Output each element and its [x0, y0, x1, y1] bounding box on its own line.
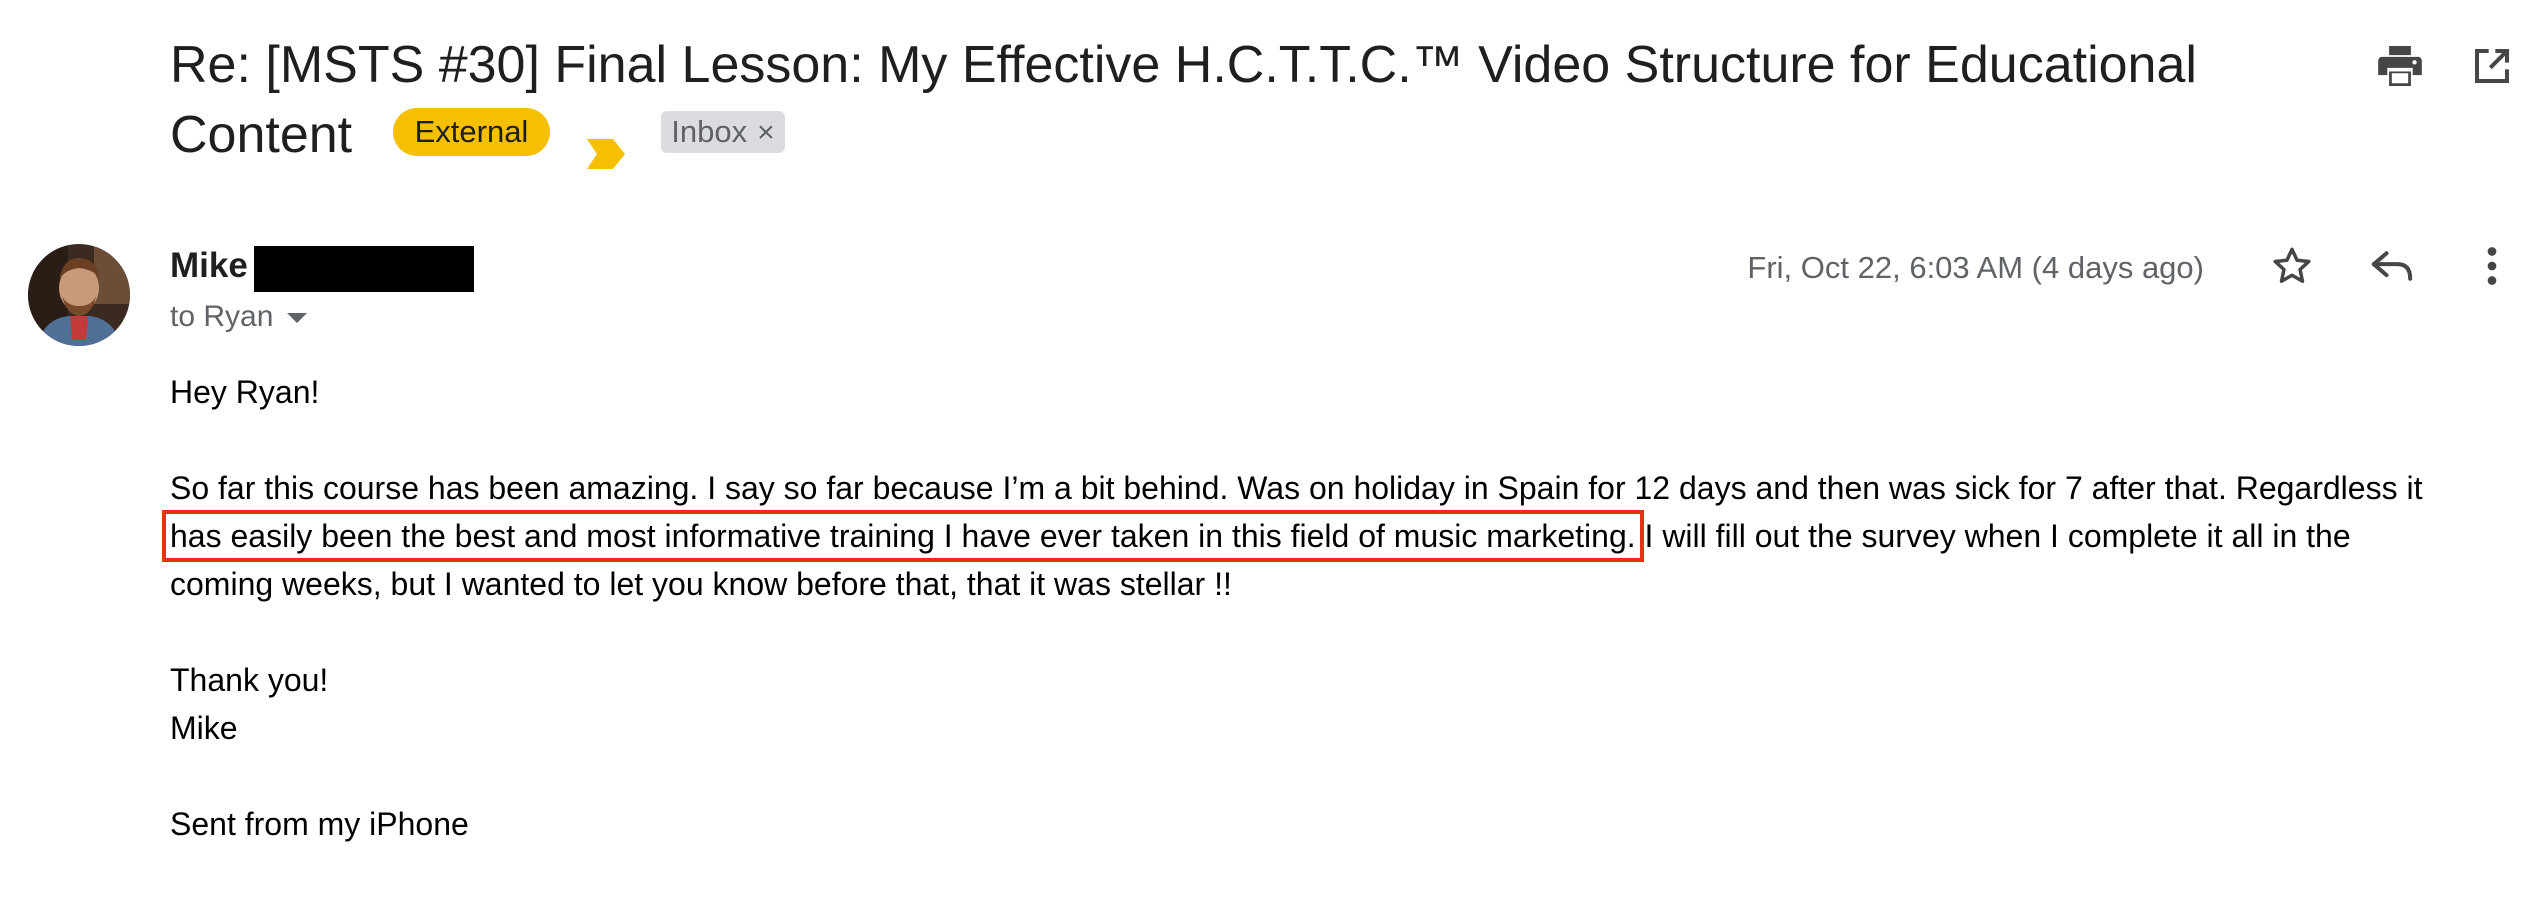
body-line-2: has easily been the best and most inform…	[162, 510, 2470, 562]
thread-toolbar	[2378, 44, 2514, 88]
message-date: Fri, Oct 22, 6:03 AM (4 days ago)	[1747, 250, 2204, 285]
chevron-down-icon[interactable]	[287, 313, 308, 324]
reply-icon[interactable]	[2370, 244, 2414, 288]
signoff-name: Mike	[170, 710, 238, 746]
body-line-1: So far this course has been amazing. I s…	[170, 470, 2423, 506]
message-actions	[2270, 244, 2514, 288]
highlighted-quote: has easily been the best and most inform…	[162, 510, 1644, 562]
remove-label-icon[interactable]: ×	[757, 116, 775, 149]
body-line-3: coming weeks, but I wanted to let you kn…	[170, 566, 1232, 602]
inbox-label-chip[interactable]: Inbox ×	[661, 111, 785, 154]
star-icon[interactable]	[2270, 244, 2314, 288]
sender-name[interactable]: Mike	[170, 246, 248, 286]
more-options-icon[interactable]	[2470, 244, 2514, 288]
message-body: Hey Ryan! So far this course has been am…	[162, 368, 2470, 848]
print-icon[interactable]	[2378, 44, 2422, 88]
thanks-line: Thank you!	[170, 662, 329, 698]
greeting: Hey Ryan!	[170, 374, 320, 410]
signature: Sent from my iPhone	[170, 806, 469, 842]
important-marker-icon[interactable]	[586, 117, 625, 170]
recipient-text: to Ryan	[170, 300, 274, 333]
external-label-chip[interactable]: External	[392, 108, 551, 157]
redacted-sender-email	[254, 246, 474, 292]
body-line-2-rest: I will fill out the survey when I comple…	[1635, 518, 2351, 554]
open-in-new-window-icon[interactable]	[2470, 44, 2514, 88]
email-subject: Re: [MSTS #30] Final Lesson: My Effectiv…	[170, 30, 2290, 170]
inbox-label-text: Inbox	[671, 114, 748, 150]
recipient-details-toggle[interactable]: to Ryan	[170, 300, 308, 334]
sender-avatar[interactable]	[28, 244, 130, 346]
